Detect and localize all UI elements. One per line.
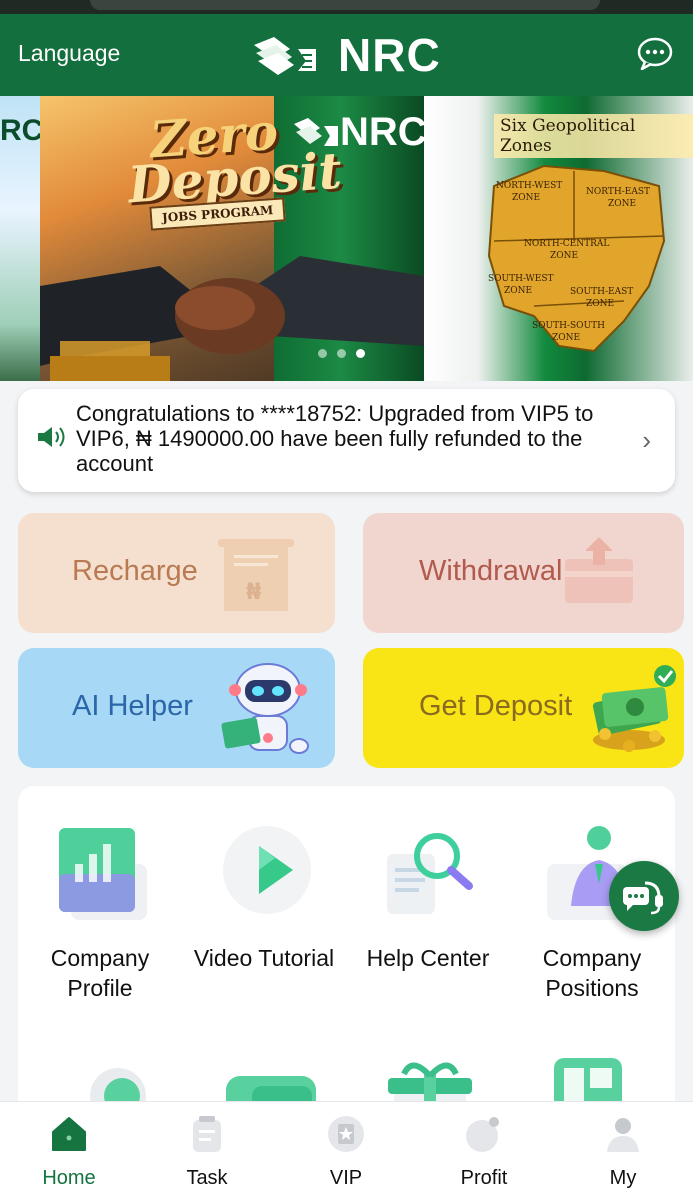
menu-item-label: Company Profile: [50, 945, 150, 1001]
svg-text:ZONE: ZONE: [504, 286, 532, 296]
svg-text:NORTH-CENTRAL: NORTH-CENTRAL: [524, 239, 609, 249]
tab-vip[interactable]: VIP: [291, 1114, 401, 1190]
tab-label: Task: [186, 1167, 228, 1189]
tab-task[interactable]: Task: [152, 1114, 262, 1190]
handshake-image: [40, 256, 424, 381]
svg-text:ZONE: ZONE: [512, 193, 540, 203]
tab-my[interactable]: My: [568, 1114, 678, 1190]
wallet-upload-icon: [565, 537, 633, 603]
announcement-bar[interactable]: Congratulations to ****18752: Upgraded f…: [18, 389, 675, 492]
get-deposit-button[interactable]: Get Deposit: [363, 648, 684, 768]
chevron-right-icon[interactable]: ›: [642, 425, 651, 456]
magnifier-icon: [387, 833, 473, 914]
banner-slide-zero-deposit: Zero Deposit JOBS PROGRAM NRC: [40, 96, 427, 381]
user-icon: [607, 1118, 639, 1152]
feature-grid: Company Profile Video Tutorial Help Cent…: [18, 786, 675, 1116]
book-logo-icon: [254, 37, 316, 75]
withdrawal-button[interactable]: Withdrawal: [363, 513, 684, 633]
bottom-tab-bar: Home Task VIP Profit My: [0, 1101, 693, 1194]
video-tutorial-item[interactable]: Video Tutorial: [184, 824, 344, 973]
ai-helper-button[interactable]: AI Helper: [18, 648, 335, 768]
banner-slide-prev: RC: [0, 96, 44, 381]
status-bar: [0, 0, 693, 14]
tab-label: Profit: [460, 1167, 508, 1189]
language-button[interactable]: Language: [18, 40, 120, 67]
headset-chat-icon: [623, 881, 663, 915]
speaker-icon: [38, 427, 65, 447]
svg-text:SOUTH-EAST: SOUTH-EAST: [570, 287, 633, 297]
brand-name: NRC: [338, 29, 441, 81]
robot-icon: [221, 663, 309, 754]
svg-text:SOUTH-SOUTH: SOUTH-SOUTH: [532, 321, 605, 331]
svg-text:ZONE: ZONE: [550, 251, 578, 261]
money-bills-icon: [592, 665, 676, 752]
svg-text:SOUTH-WEST: SOUTH-WEST: [488, 274, 554, 284]
svg-text:ZONE: ZONE: [552, 333, 580, 343]
receipt-naira-icon: ₦: [218, 539, 294, 611]
svg-text:NORTH-EAST: NORTH-EAST: [586, 187, 650, 197]
svg-text:₦: ₦: [246, 580, 261, 605]
app-header: Language NRC: [0, 14, 693, 96]
customer-service-button[interactable]: [609, 861, 679, 931]
brand-logo: NRC: [250, 28, 441, 82]
chat-bubble-icon[interactable]: [637, 36, 673, 70]
clipboard-icon: [193, 1116, 221, 1152]
menu-item-label: Help Center: [366, 945, 490, 971]
announcement-text: Congratulations to ****18752: Upgraded f…: [76, 401, 594, 476]
tab-home[interactable]: Home: [14, 1114, 124, 1190]
book-logo-icon: [294, 117, 338, 146]
banner-slide-zones: Six Geopolitical Zones NORTH-WEST ZONE N…: [424, 96, 693, 381]
help-center-item[interactable]: Help Center: [348, 824, 508, 973]
promo-carousel[interactable]: RC Zero Deposit JOBS PROGRAM NRC Six Geo…: [0, 96, 693, 381]
tab-label: VIP: [329, 1167, 363, 1189]
svg-text:NORTH-WEST: NORTH-WEST: [496, 181, 562, 191]
recharge-label: Recharge: [72, 555, 198, 587]
withdrawal-label: Withdrawal: [419, 555, 563, 587]
carousel-dot-active[interactable]: [356, 349, 365, 358]
carousel-indicator[interactable]: [318, 349, 365, 358]
svg-text:ZONE: ZONE: [586, 299, 614, 309]
banner-brand-fragment: RC: [0, 114, 44, 147]
menu-item-label: Company Positions: [542, 945, 642, 1001]
recharge-button[interactable]: Recharge ₦: [18, 513, 335, 633]
banner-logo: NRC: [292, 110, 427, 155]
tab-profit[interactable]: Profit: [429, 1114, 539, 1190]
ai-helper-label: AI Helper: [72, 690, 193, 722]
get-deposit-label: Get Deposit: [419, 690, 573, 722]
tab-label: My: [609, 1167, 637, 1189]
tab-label: Home: [42, 1167, 96, 1189]
svg-text:ZONE: ZONE: [608, 199, 636, 209]
menu-item-label: Video Tutorial: [193, 945, 335, 971]
play-icon: [223, 826, 311, 914]
home-icon: [52, 1117, 86, 1151]
company-profile-item[interactable]: Company Profile: [20, 824, 180, 1003]
vip-badge-icon: [328, 1116, 364, 1152]
carousel-dot[interactable]: [318, 349, 327, 358]
carousel-dot[interactable]: [337, 349, 346, 358]
nigeria-map-image: NORTH-WEST ZONE NORTH-EAST ZONE NORTH-CE…: [487, 164, 666, 353]
chart-card-icon: [59, 828, 147, 920]
profit-icon: [466, 1117, 499, 1152]
